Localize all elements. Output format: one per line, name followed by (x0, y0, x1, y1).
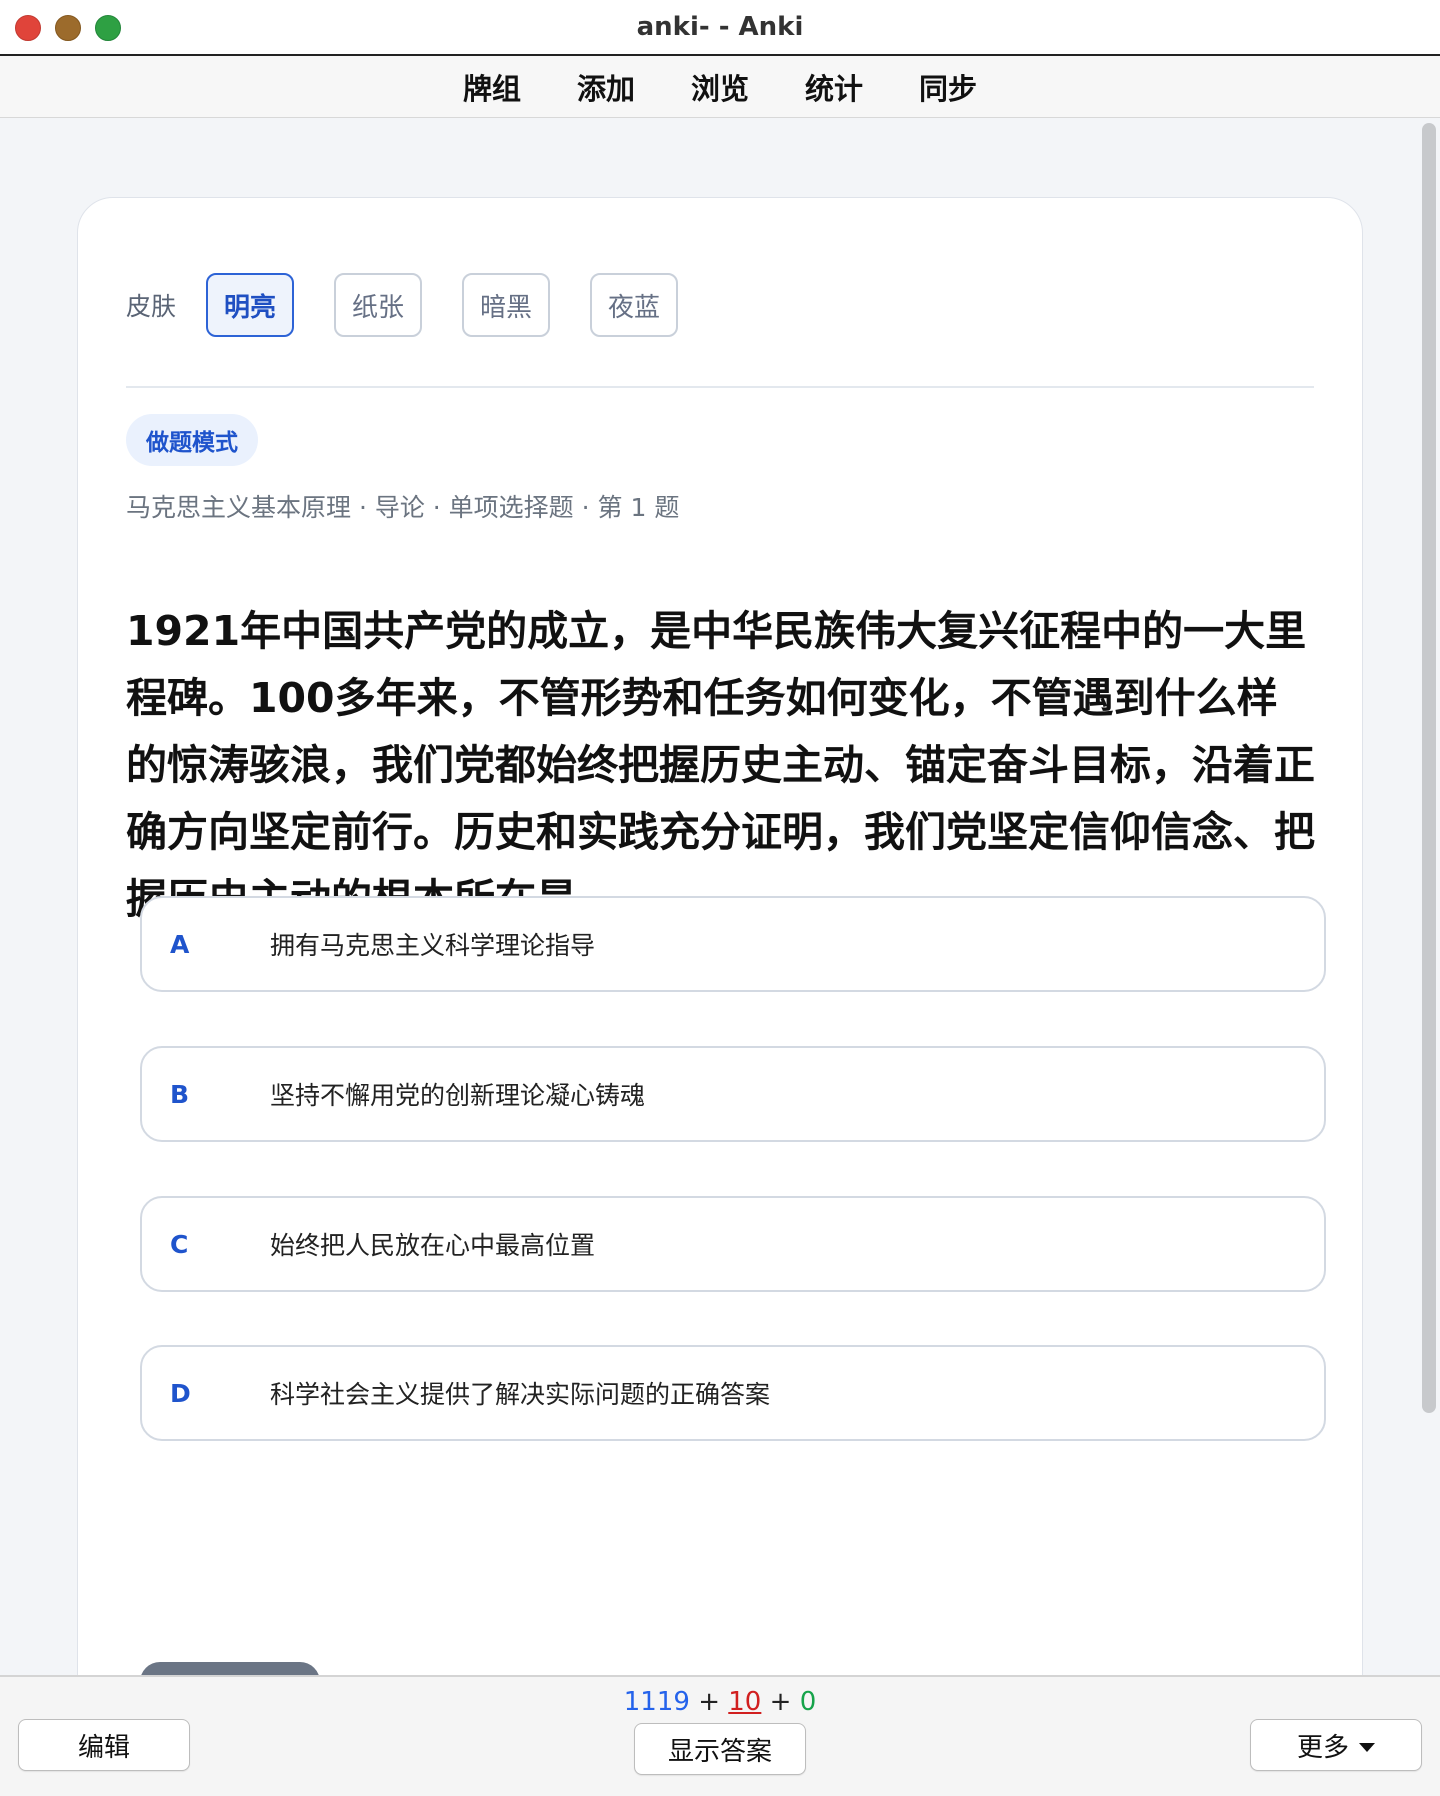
count-separator: + (769, 1687, 792, 1717)
menu-browse[interactable]: 浏览 (663, 66, 777, 108)
option-letter: D (170, 1378, 191, 1408)
mode-badge: 做题模式 (126, 414, 258, 466)
skin-button-night-blue[interactable]: 夜蓝 (590, 273, 679, 337)
review-area: 皮肤 明亮 纸张 暗黑 夜蓝 做题模式 马克思主义基本原理 · 导论 · 单项选… (0, 119, 1440, 1675)
option-b[interactable]: B 坚持不懈用党的创新理论凝心铸魂 (140, 1046, 1326, 1142)
option-text: 科学社会主义提供了解决实际问题的正确答案 (270, 1380, 771, 1409)
new-count: 1119 (623, 1687, 690, 1717)
submit-button-partial[interactable] (140, 1662, 320, 1675)
option-text: 始终把人民放在心中最高位置 (270, 1231, 596, 1260)
skin-button-light[interactable]: 明亮 (206, 273, 295, 337)
skin-button-dark[interactable]: 暗黑 (462, 273, 551, 337)
menu-stats[interactable]: 统计 (777, 66, 891, 108)
more-label: 更多 (1296, 1732, 1349, 1763)
option-a[interactable]: A 拥有马克思主义科学理论指导 (140, 896, 1326, 992)
divider (126, 386, 1314, 388)
review-count: 0 (799, 1687, 817, 1717)
option-text: 坚持不懈用党的创新理论凝心铸魂 (270, 1081, 646, 1110)
caret-down-icon (1359, 1742, 1375, 1752)
menu-decks[interactable]: 牌组 (435, 66, 549, 108)
count-separator: + (698, 1687, 720, 1717)
anki-window: anki- - Anki 牌组 添加 浏览 统计 同步 皮肤 明亮 纸张 暗黑 … (0, 0, 1440, 1796)
scrollbar-thumb[interactable] (1422, 123, 1436, 1413)
due-counts: 1119 + 10 + 0 (0, 1687, 1440, 1717)
learn-count: 10 (728, 1687, 762, 1717)
question-card: 皮肤 明亮 纸张 暗黑 夜蓝 做题模式 马克思主义基本原理 · 导论 · 单项选… (77, 197, 1363, 1675)
skin-label: 皮肤 (126, 292, 177, 321)
question-text: 1921年中国共产党的成立，是中华民族伟大复兴征程中的一大里程碑。100多年来，… (126, 607, 1315, 923)
option-letter: A (170, 929, 190, 959)
skin-selector: 皮肤 明亮 纸张 暗黑 夜蓝 (126, 272, 718, 338)
breadcrumb: 马克思主义基本原理 · 导论 · 单项选择题 · 第 1 题 (126, 493, 680, 522)
more-button[interactable]: 更多 (1250, 1719, 1422, 1771)
title-bar: anki- - Anki (0, 0, 1440, 56)
menu-sync[interactable]: 同步 (891, 66, 1005, 108)
option-d[interactable]: D 科学社会主义提供了解决实际问题的正确答案 (140, 1345, 1326, 1441)
skin-button-paper[interactable]: 纸张 (334, 273, 423, 337)
show-answer-button[interactable]: 显示答案 (634, 1723, 806, 1775)
menu-add[interactable]: 添加 (549, 66, 663, 108)
option-text: 拥有马克思主义科学理论指导 (270, 931, 596, 960)
edit-button[interactable]: 编辑 (18, 1719, 190, 1771)
option-letter: B (170, 1079, 190, 1109)
window-title: anki- - Anki (636, 12, 804, 42)
option-letter: C (170, 1229, 189, 1259)
bottom-bar: 1119 + 10 + 0 编辑 显示答案 更多 (0, 1675, 1440, 1796)
top-menu-bar: 牌组 添加 浏览 统计 同步 (0, 56, 1440, 118)
option-c[interactable]: C 始终把人民放在心中最高位置 (140, 1196, 1326, 1292)
